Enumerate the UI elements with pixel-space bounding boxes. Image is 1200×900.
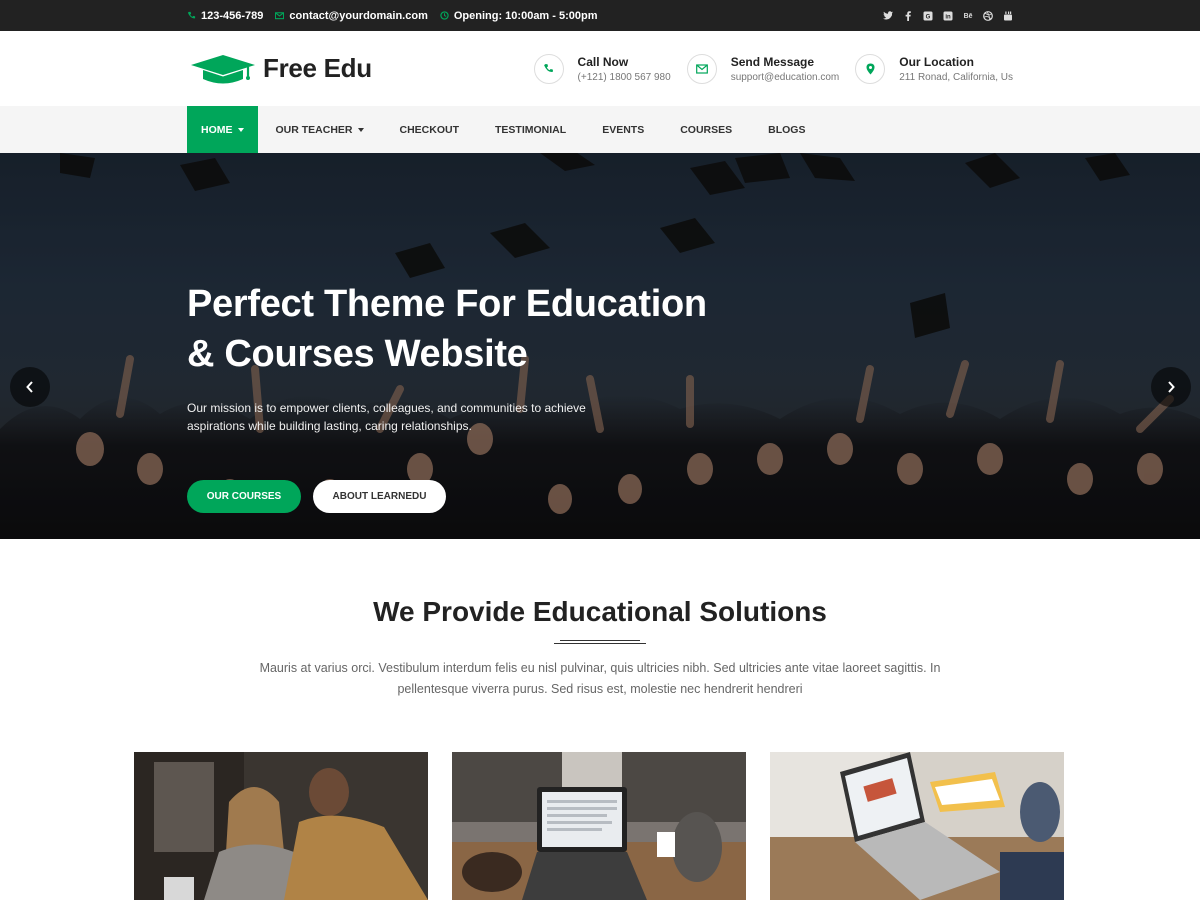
site-header: Free Edu Call Now (+121) 1800 567 980 Se…	[0, 31, 1200, 106]
section-title: We Provide Educational Solutions	[373, 596, 827, 627]
slider-next-button[interactable]	[1151, 367, 1191, 407]
section-divider	[554, 640, 646, 644]
twitter-icon[interactable]	[883, 11, 893, 21]
nav-item-label: HOME	[201, 123, 233, 136]
contact-call-sub: (+121) 1800 567 980	[577, 71, 671, 83]
nav-item-blogs[interactable]: BLOGS	[750, 106, 823, 153]
hero-slider: Perfect Theme For Education & Courses We…	[0, 153, 1200, 539]
contact-call[interactable]: Call Now (+121) 1800 567 980	[533, 53, 671, 84]
nav-item-home[interactable]: HOME	[187, 106, 258, 153]
nav-item-label: OUR TEACHER	[275, 123, 353, 136]
slider-prev-button[interactable]	[10, 367, 50, 407]
hero-content: Perfect Theme For Education & Courses We…	[187, 279, 747, 513]
caret-down-icon	[357, 127, 364, 132]
feature-card-image-2[interactable]	[452, 752, 746, 900]
section-text: Mauris at varius orci. Vestibulum interd…	[259, 661, 941, 696]
nav-item-label: COURSES	[680, 123, 733, 136]
nav-item-checkout[interactable]: CHECKOUT	[382, 106, 478, 153]
svg-text:Bē: Bē	[964, 13, 973, 20]
nav-item-label: CHECKOUT	[399, 123, 460, 136]
laptop-desk-image	[770, 752, 1064, 900]
behance-icon[interactable]: Bē	[963, 11, 973, 21]
nav-item-our-teacher[interactable]: OUR TEACHER	[258, 106, 382, 153]
clock-icon	[440, 11, 449, 20]
location-pin-icon	[855, 53, 886, 84]
contact-location-title: Our Location	[899, 54, 974, 69]
nav-item-label: BLOGS	[768, 123, 806, 136]
contact-call-title: Call Now	[577, 54, 629, 69]
feature-card-image-1[interactable]	[134, 752, 428, 900]
topbar-email[interactable]: contact@yourdomain.com	[275, 9, 428, 22]
students-discussion-image	[134, 752, 428, 900]
youtube-icon[interactable]	[1003, 11, 1013, 21]
hero-title-line-1: Perfect Theme For Education	[187, 283, 707, 325]
svg-text:G: G	[926, 14, 931, 20]
phone-icon	[187, 11, 196, 19]
envelope-icon	[686, 53, 717, 84]
contact-location-sub: 211 Ronad, California, Us	[899, 71, 1013, 83]
facebook-icon[interactable]	[903, 10, 913, 21]
topbar-opening-text: Opening: 10:00am - 5:00pm	[453, 9, 598, 22]
nav-item-label: TESTIMONIAL	[495, 123, 567, 136]
contact-message-title: Send Message	[730, 54, 815, 69]
our-courses-button[interactable]: OUR COURSES	[187, 480, 301, 513]
laptop-workspace-image	[452, 752, 746, 900]
chevron-right-icon	[1168, 381, 1175, 393]
nav-item-events[interactable]: EVENTS	[584, 106, 662, 153]
dribbble-icon[interactable]	[983, 10, 993, 21]
topbar-email-text: contact@yourdomain.com	[289, 9, 428, 22]
google-plus-icon[interactable]: G	[923, 11, 933, 21]
social-links: G in Bē	[883, 10, 1013, 21]
envelope-icon	[275, 12, 285, 20]
chevron-left-icon	[26, 381, 33, 393]
graduation-cap-icon	[191, 54, 255, 83]
topbar-phone[interactable]: 123-456-789	[187, 10, 263, 22]
phone-icon	[533, 53, 564, 84]
contact-message-sub: support@education.com	[730, 71, 840, 83]
nav-item-testimonial[interactable]: TESTIMONIAL	[477, 106, 584, 153]
hero-title: Perfect Theme For Education & Courses We…	[187, 279, 747, 379]
hero-title-line-2: & Courses Website	[187, 333, 528, 375]
main-nav: HOME OUR TEACHER CHECKOUT TESTIMONIAL EV…	[0, 106, 1200, 153]
linkedin-icon[interactable]: in	[943, 11, 953, 21]
hero-text: Our mission is to empower clients, colle…	[187, 401, 586, 433]
topbar-opening: Opening: 10:00am - 5:00pm	[440, 10, 598, 22]
header-contacts: Call Now (+121) 1800 567 980 Send Messag…	[533, 53, 1013, 84]
nav-item-courses[interactable]: COURSES	[662, 106, 750, 153]
contact-message[interactable]: Send Message support@education.com	[686, 53, 840, 84]
nav-item-label: EVENTS	[602, 123, 645, 136]
topbar-phone-text: 123-456-789	[201, 9, 264, 22]
caret-down-icon	[237, 127, 244, 132]
about-learnedu-button[interactable]: ABOUT LEARNEDU	[313, 480, 446, 513]
feature-card-image-3[interactable]	[770, 752, 1064, 900]
contact-location[interactable]: Our Location 211 Ronad, California, Us	[855, 53, 1013, 84]
logo-text: Free Edu	[263, 53, 372, 83]
feature-cards	[134, 752, 1064, 900]
logo[interactable]: Free Edu	[189, 51, 372, 87]
top-bar: 123-456-789 contact@yourdomain.com Openi…	[0, 0, 1200, 31]
svg-text:in: in	[945, 14, 951, 20]
